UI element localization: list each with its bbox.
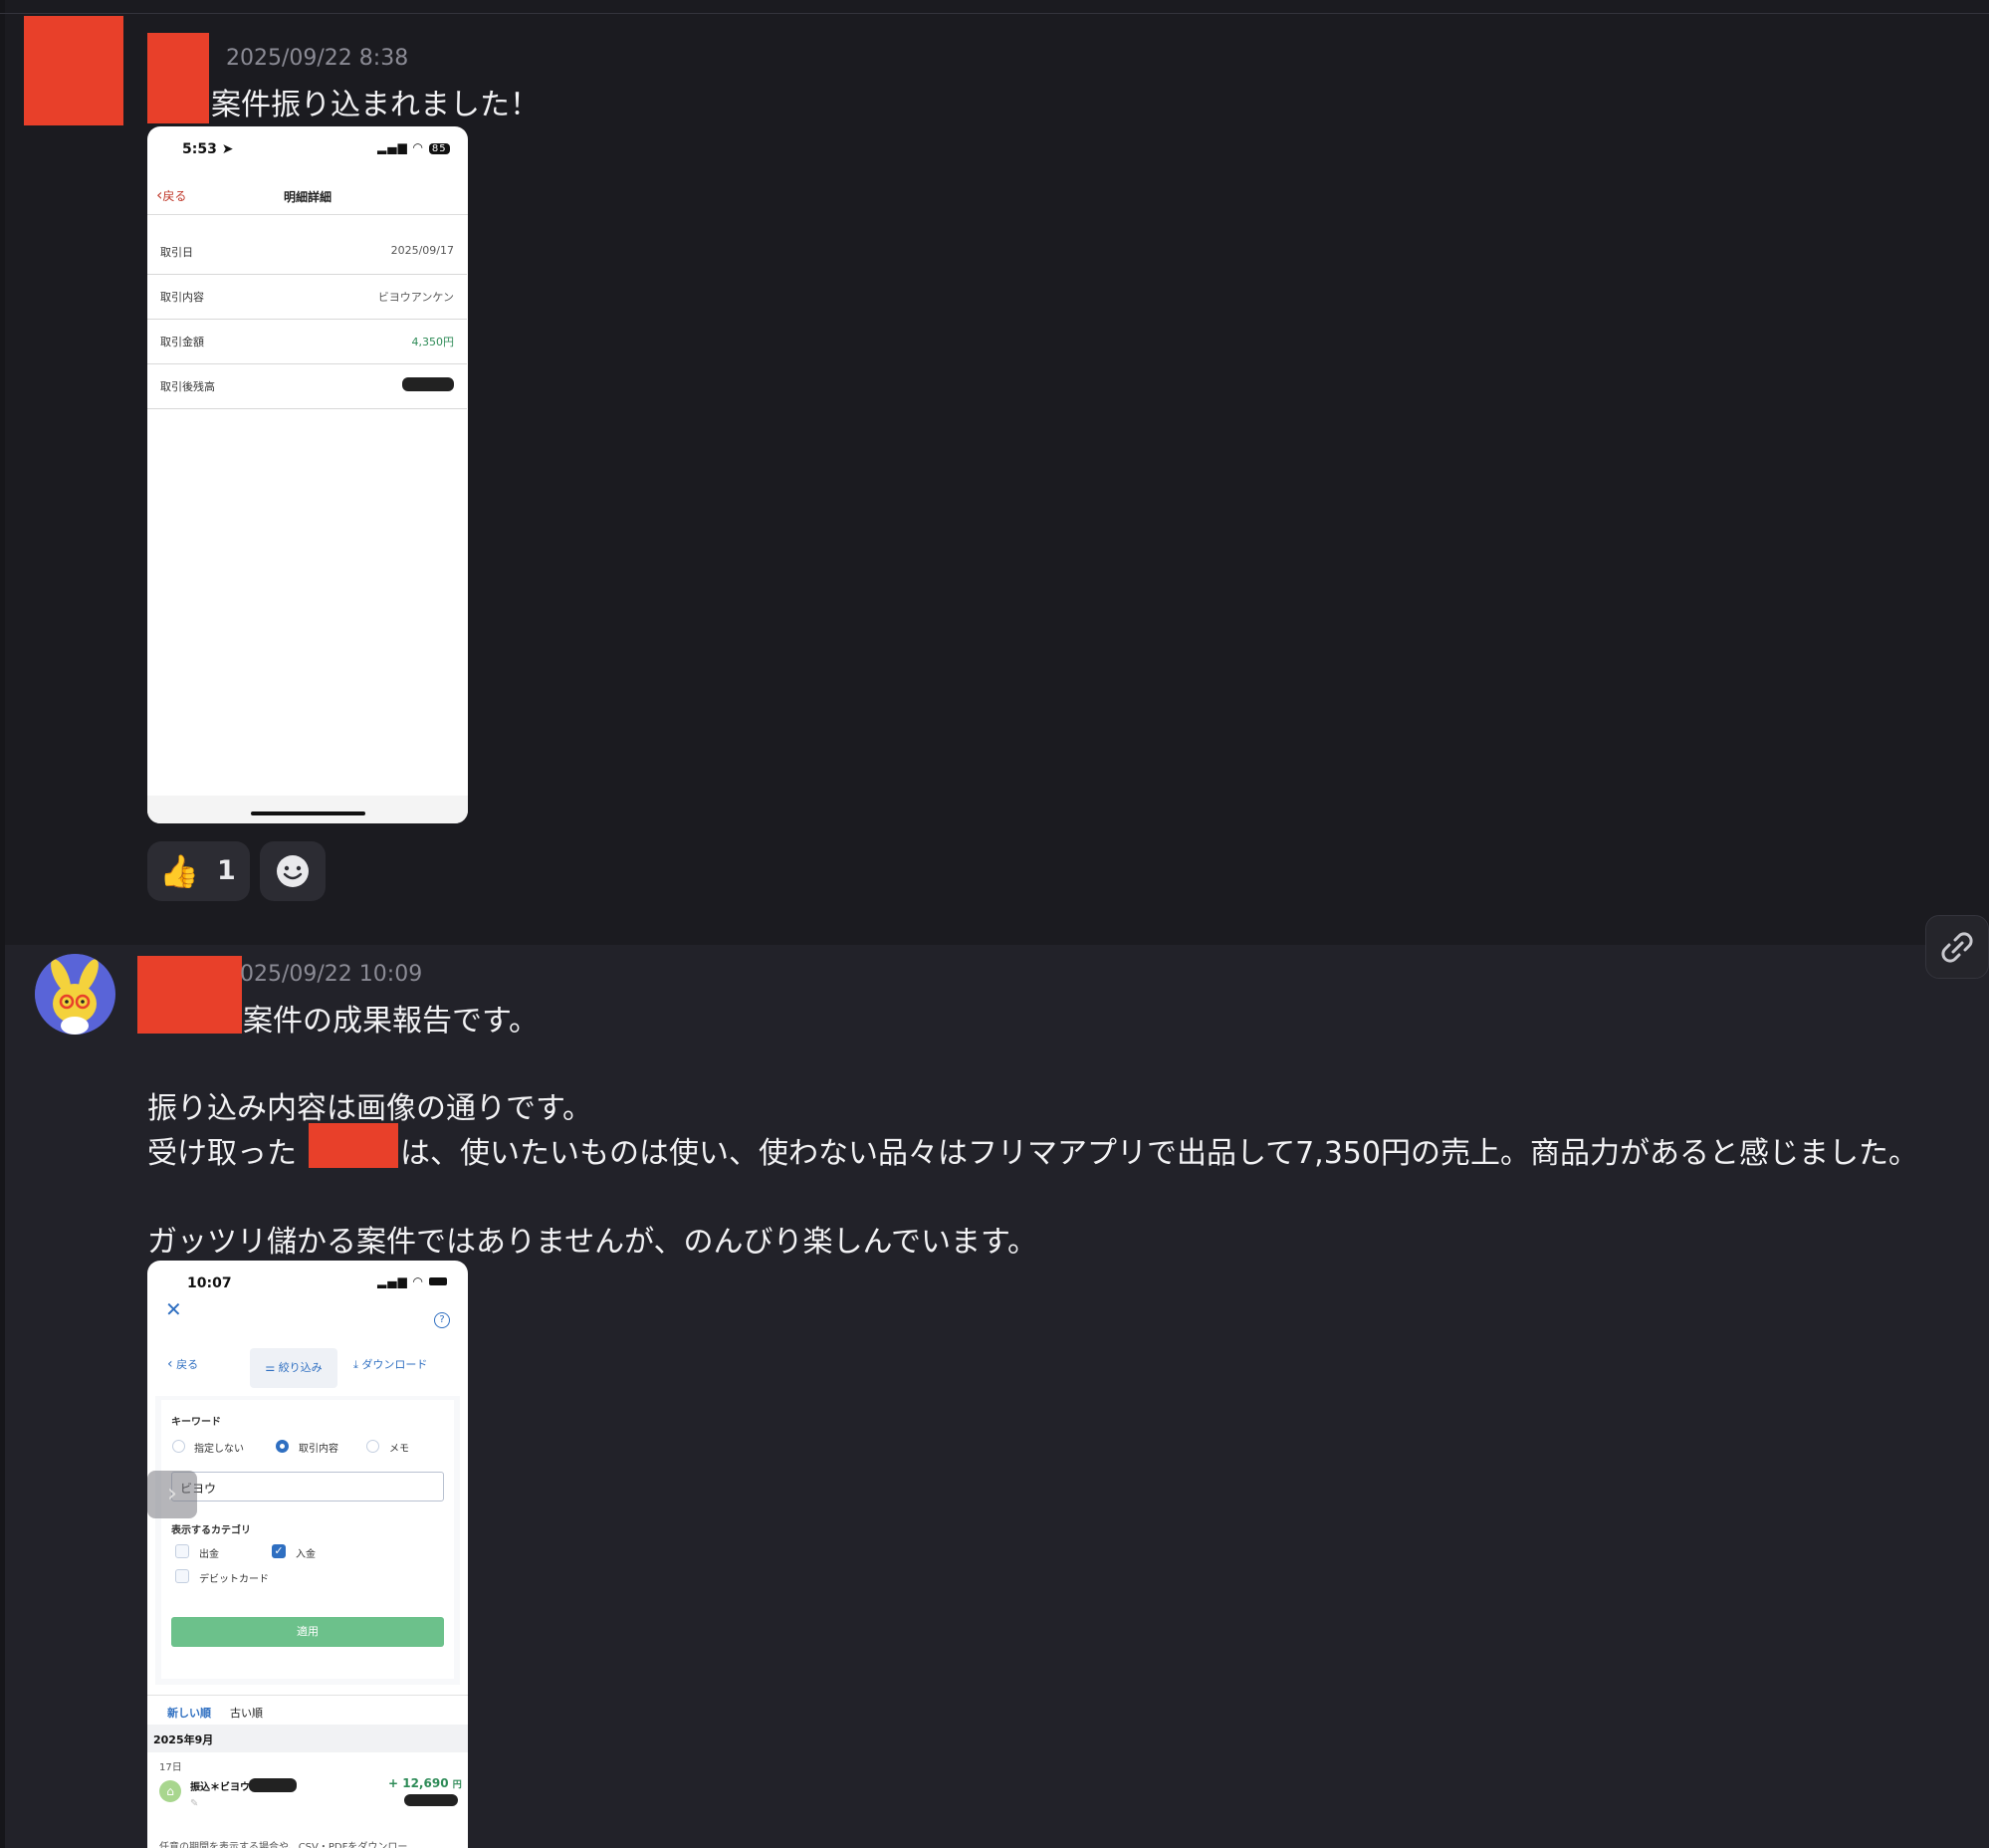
- avatar: [35, 954, 115, 1035]
- footer-text: 任意の期間を表示する場合や、CSV・PDFをダウンロー: [159, 1842, 408, 1848]
- checkbox-debit-card[interactable]: [175, 1569, 189, 1583]
- status-icons: ▂▄▆ ◠ 85: [377, 140, 450, 154]
- copy-link-button[interactable]: [1925, 915, 1989, 979]
- checkbox-withdrawal[interactable]: [175, 1544, 189, 1558]
- row-value: ビヨウアンケン: [377, 291, 454, 304]
- keyword-input[interactable]: ビヨウ: [171, 1472, 444, 1502]
- balance-redacted: [404, 1794, 458, 1806]
- message-line: 受け取った: [147, 1136, 297, 1171]
- balance-redacted: [402, 377, 454, 391]
- message-line: は、使いたいものは使い、使わない品々はフリマアプリで出品して7,350円の売上。…: [400, 1136, 1918, 1171]
- add-reaction-button[interactable]: [260, 841, 326, 901]
- row-value: 4,350円: [411, 336, 455, 348]
- message-timestamp: 2025/09/22 8:38: [226, 46, 409, 71]
- image-attachment[interactable]: 5:53 ➤ ▂▄▆ ◠ 85 ‹戻る 明細詳細 取引日 2025/09/17 …: [147, 126, 468, 823]
- header-divider: [147, 214, 468, 215]
- message-timestamp: 025/09/22 10:09: [240, 962, 423, 987]
- download-button[interactable]: ⤓ ダウンロード: [353, 1356, 427, 1372]
- wifi-icon: ◠: [412, 140, 424, 154]
- message-line: 案件の成果報告です。: [243, 1004, 539, 1039]
- row-value: 2025/09/17: [390, 244, 454, 257]
- help-icon[interactable]: ?: [434, 1312, 450, 1328]
- transaction-redacted: [249, 1778, 297, 1792]
- month-header: 2025年9月: [153, 1733, 214, 1746]
- filter-button[interactable]: ⚌ 絞り込み: [250, 1348, 337, 1388]
- message-text: 案件振り込まれました！: [211, 88, 540, 122]
- checkbox-label: デビットカード: [199, 1574, 269, 1585]
- checkbox-label: 入金: [296, 1549, 316, 1560]
- close-icon[interactable]: ✕: [165, 1297, 182, 1321]
- row-label: 取引後残高: [160, 380, 215, 393]
- sliders-icon: ⚌: [265, 1361, 276, 1374]
- radio-memo[interactable]: [366, 1440, 379, 1453]
- day-label: 17日: [159, 1762, 182, 1773]
- message-line: ガッツリ儲かる案件ではありませんが、のんびり楽しんでいます。: [147, 1225, 1037, 1260]
- signal-icon: ▂▄▆: [377, 1274, 408, 1288]
- username-redacted: [137, 956, 242, 1034]
- category-label: 表示するカテゴリ: [171, 1525, 251, 1536]
- row-label: 取引金額: [160, 336, 204, 348]
- apply-button[interactable]: 適用: [171, 1617, 444, 1647]
- avatar-redacted: [24, 16, 123, 125]
- pencil-icon: ✎: [190, 1798, 199, 1809]
- radio-label: 取引内容: [299, 1444, 338, 1455]
- detail-row: 取引後残高: [147, 364, 467, 409]
- back-button[interactable]: ‹ 戻る: [167, 1356, 198, 1372]
- product-name-redacted: [309, 1123, 398, 1168]
- home-area: [147, 796, 468, 823]
- home-indicator: [251, 811, 365, 815]
- radio-label: メモ: [389, 1444, 409, 1455]
- status-time: 5:53 ➤: [182, 141, 234, 157]
- signal-icon: ▂▄▆: [377, 140, 408, 154]
- smiley-icon: [277, 855, 309, 887]
- wifi-icon: ◠: [412, 1274, 424, 1288]
- detail-row: 取引金額 4,350円: [147, 320, 467, 364]
- chevron-right-icon[interactable]: ›: [147, 1471, 197, 1518]
- link-icon: [1941, 932, 1973, 963]
- chevron-left-icon: ‹: [167, 1356, 173, 1372]
- status-icons: ▂▄▆ ◠: [377, 1274, 447, 1288]
- battery-icon: 85: [428, 143, 450, 154]
- thumbs-up-icon: 👍: [159, 852, 199, 890]
- image-attachment[interactable]: 10:07 ▂▄▆ ◠ ✕ ? ‹ 戻る ⚌ 絞り込み ⤓ ダウンロード キーワ…: [147, 1261, 468, 1848]
- deposit-icon: ⌂: [159, 1780, 181, 1802]
- detail-row: 取引日 2025/09/17: [147, 230, 467, 275]
- reaction-thumbs-up[interactable]: 👍 1: [147, 841, 250, 901]
- tab-oldest[interactable]: 古い順: [230, 1705, 263, 1721]
- transaction-amount: + 12,690 円: [388, 1776, 462, 1790]
- battery-icon: [428, 1277, 447, 1285]
- username-redacted: [147, 33, 209, 123]
- message-line: 振り込み内容は画像の通りです。: [147, 1091, 592, 1126]
- radio-label: 指定しない: [194, 1444, 244, 1455]
- tab-newest[interactable]: 新しい順: [167, 1695, 211, 1729]
- checkbox-label: 出金: [199, 1549, 219, 1560]
- checkbox-deposit[interactable]: ✓: [272, 1544, 286, 1558]
- keyword-label: キーワード: [171, 1417, 221, 1428]
- screen-title: 明細詳細: [283, 190, 332, 204]
- radio-transaction-content[interactable]: [276, 1440, 289, 1453]
- row-label: 取引内容: [160, 291, 204, 304]
- download-icon: ⤓: [353, 1358, 358, 1371]
- detail-row: 取引内容 ビヨウアンケン: [147, 275, 467, 320]
- reaction-count: 1: [217, 855, 236, 886]
- bunny-avatar-icon: [35, 954, 114, 1035]
- radio-unspecified[interactable]: [172, 1440, 185, 1453]
- status-time: 10:07: [187, 1275, 232, 1291]
- row-label: 取引日: [160, 246, 193, 259]
